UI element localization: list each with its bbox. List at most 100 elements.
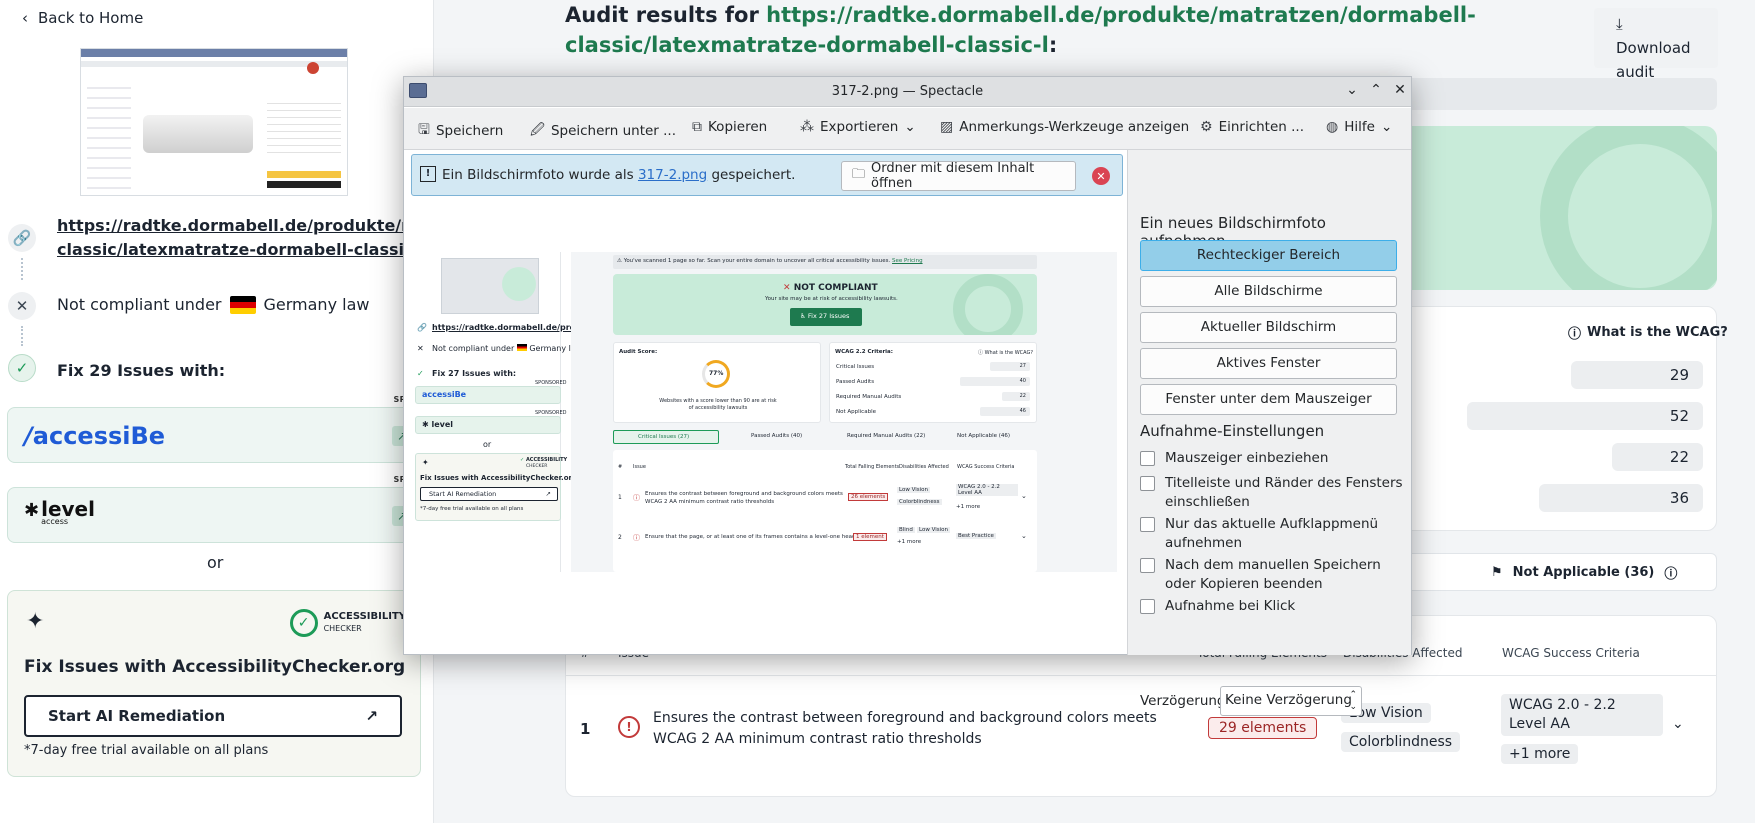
fix-issues-title: Fix 29 Issues with: — [57, 361, 226, 380]
compliance-panel — [1390, 126, 1717, 290]
all-screens-button[interactable]: Alle Bildschirme — [1140, 276, 1397, 307]
saved-message-banner: ! Ein Bildschirmfoto wurde als 317-2.png… — [411, 154, 1123, 196]
audited-url-link[interactable]: https://radtke.dormabell.de/produkte/mat… — [57, 214, 417, 262]
capture-on-click-checkbox[interactable]: Aufnahme bei Klick — [1140, 597, 1405, 616]
chevron-down-icon: ⌄ — [1380, 119, 1393, 135]
close-message-button[interactable]: ✕ — [1092, 167, 1110, 185]
preview-main: ⚠ You've scanned 1 page so far. Scan you… — [571, 252, 1117, 572]
folder-icon: 🗀 — [852, 167, 866, 182]
download-icon: ⤓ — [1616, 15, 1623, 33]
saved-file-link[interactable]: 317-2.png — [638, 167, 707, 183]
flag-icon: ⚑ — [1491, 564, 1503, 580]
preview-link-icon: 🔗 — [417, 323, 427, 332]
quit-after-save-checkbox[interactable]: Nach dem manuellen Speichern oder Kopier… — [1140, 556, 1405, 594]
preview-score-card: Audit Score: 77% Websites with a score l… — [613, 342, 821, 423]
sparkle-icon: ✦ — [26, 609, 45, 634]
level-access-sponsor-card[interactable]: ✱ level access ↗ — [7, 487, 425, 543]
preview-thumbnail — [441, 258, 539, 314]
table-divider — [565, 675, 1717, 676]
current-screen-button[interactable]: Aktueller Bildschirm — [1140, 312, 1397, 343]
accessibe-logo: ∕accessiBe — [24, 422, 166, 450]
annotate-button[interactable]: ▨ Anmerkungs-Werkzeuge anzeigen — [940, 119, 1189, 135]
info-icon: ⓘ — [1568, 327, 1582, 342]
window-under-cursor-button[interactable]: Fenster unter dem Mauszeiger — [1140, 384, 1397, 415]
row-number: 1 — [580, 720, 591, 738]
germany-flag-icon — [229, 295, 256, 314]
export-menu[interactable]: ⁂ Exportieren ⌄ — [800, 119, 916, 135]
preview-criteria-card: WCAG 2.2 Criteria: ⓘ What is the WCAG? C… — [829, 342, 1037, 423]
minimize-button[interactable]: ⌄ — [1343, 82, 1361, 98]
country-law: Germany law — [263, 295, 370, 314]
spin-arrows-icon[interactable]: ⌃ ⌄ — [1349, 689, 1357, 713]
preview-ac-card: ✦ ✓ ACCESSIBILITY CHECKER Fix Issues wit… — [415, 453, 577, 521]
maximize-button[interactable]: ⌃ — [1367, 82, 1385, 98]
level-access-logo: ✱ level access — [24, 497, 95, 526]
preview-check-icon: ✓ — [417, 369, 424, 378]
accessibe-sponsor-card[interactable]: ∕accessiBe ↗ — [7, 407, 425, 463]
include-titlebar-checkbox[interactable]: Titelleiste und Ränder des Fensters eins… — [1140, 474, 1405, 512]
help-icon: ◍ — [1326, 119, 1339, 135]
save-button[interactable]: 🖫 Speichern — [418, 119, 503, 143]
preview-fix-title: Fix 27 Issues with: — [432, 369, 517, 378]
trial-note: *7-day free trial available on all plans — [24, 743, 269, 758]
copy-button[interactable]: ⧉ Kopieren — [692, 119, 767, 135]
download-audit-button[interactable]: ⤓ Download audit — [1594, 8, 1718, 81]
chevron-left-icon: ‹ — [22, 9, 28, 27]
accessibility-figure-icon — [1540, 126, 1717, 290]
include-cursor-checkbox[interactable]: Mauszeiger einbeziehen — [1140, 449, 1405, 468]
capture-settings-pane: Ein neues Bildschirmfoto aufnehmen Recht… — [1127, 150, 1411, 716]
what-is-wcag-link[interactable]: ⓘ What is the WCAG? — [1568, 323, 1728, 342]
failing-elements-badge[interactable]: 29 elements — [1208, 717, 1318, 739]
close-window-button[interactable]: ✕ — [1391, 82, 1409, 98]
preview-or: or — [483, 440, 492, 449]
rectangular-region-button[interactable]: Rechteckiger Bereich — [1140, 240, 1397, 271]
disability-tag: Colorblindness — [1341, 732, 1461, 752]
settings-icon: ⚙ — [1200, 119, 1213, 135]
open-folder-button[interactable]: 🗀 Ordner mit diesem Inhalt öffnen — [841, 161, 1076, 191]
sidebar: ‹ Back to Home 🔗 https://radtke.dormabel… — [0, 0, 434, 823]
delay-spinbox[interactable]: Keine Verzögerung ⌃ ⌄ — [1220, 686, 1362, 716]
criteria-more-tag[interactable]: +1 more — [1501, 744, 1579, 764]
spectacle-toolbar: 🖫 Speichern 🖉 Speichern unter ... ⧉ Kopiere… — [404, 108, 1411, 150]
info-icon: ! — [420, 166, 436, 182]
criteria-tag: WCAG 2.0 - 2.2 Level AA — [1501, 694, 1663, 736]
check-icon: ✓ — [8, 354, 36, 382]
link-icon: 🔗 — [8, 224, 36, 252]
col-criteria: WCAG Success Criteria — [1502, 646, 1640, 660]
help-menu[interactable]: ◍ Hilfe ⌄ — [1326, 119, 1392, 135]
chevron-down-icon[interactable]: ⌄ — [1672, 716, 1684, 732]
ac-title: Fix Issues with AccessibilityChecker.org — [24, 657, 406, 677]
preview-status-panel: ✕ NOT COMPLIANT Your site may be at risk… — [613, 274, 1037, 335]
screenshot-preview: 🔗 https://radtke.dormabell.de/produkte/m… — [411, 252, 1117, 572]
preview-tabs: Critical Issues (27) Passed Audits (40) … — [613, 430, 1037, 444]
popup-only-checkbox[interactable]: Nur das aktuelle Aufklappmenü aufnehmen — [1140, 515, 1405, 553]
window-titlebar[interactable]: 317-2.png — Spectacle ⌄ ⌃ ✕ — [404, 77, 1411, 107]
info-icon: ⓘ — [1664, 566, 1678, 582]
window-title: 317-2.png — Spectacle — [831, 84, 984, 99]
active-window-button[interactable]: Aktives Fenster — [1140, 348, 1397, 379]
url-line-2: classic/latexmatratze-dormabell-classic-… — [57, 240, 417, 259]
close-icon: ✕ — [8, 292, 36, 320]
start-ai-remediation-button[interactable]: Start AI Remediation ↗ — [24, 695, 402, 737]
row-issue-text: Ensures the contrast between foreground … — [653, 710, 1157, 747]
save-icon: 🖫 — [418, 122, 430, 138]
back-to-home-link[interactable]: ‹ Back to Home — [22, 9, 143, 27]
preview-compliance: Not compliant under Germany law — [432, 344, 583, 353]
preview-close-icon: ✕ — [417, 344, 424, 353]
delay-label: Verzögerung: — [1140, 693, 1231, 709]
compliance-status: Not compliant under Germany law — [57, 295, 369, 314]
or-divider: or — [207, 553, 224, 572]
arrow-up-right-icon: ↗ — [365, 707, 378, 725]
accessibility-checker-card: ✦ ✓ ACCESSIBILITY CHECKER Fix Issues with… — [7, 590, 421, 777]
critical-count: 29 — [1571, 361, 1703, 389]
configure-button[interactable]: ⚙ Einrichten ... — [1200, 119, 1304, 135]
not-applicable-count: 36 — [1539, 484, 1703, 512]
page-thumbnail — [80, 48, 348, 196]
preview-accessibe-card: accessiBe — [415, 386, 561, 404]
manual-count: 22 — [1612, 443, 1703, 471]
save-as-button[interactable]: 🖉 Speichern unter ... — [530, 119, 676, 143]
back-label: Back to Home — [38, 9, 144, 27]
accessibility-checker-logo: ✓ ACCESSIBILITY CHECKER — [289, 609, 406, 637]
page-title: Audit results for https://radtke.dormabe… — [565, 3, 1476, 57]
preview-table: # Issue Total Falling Elements Disabilit… — [613, 450, 1037, 572]
